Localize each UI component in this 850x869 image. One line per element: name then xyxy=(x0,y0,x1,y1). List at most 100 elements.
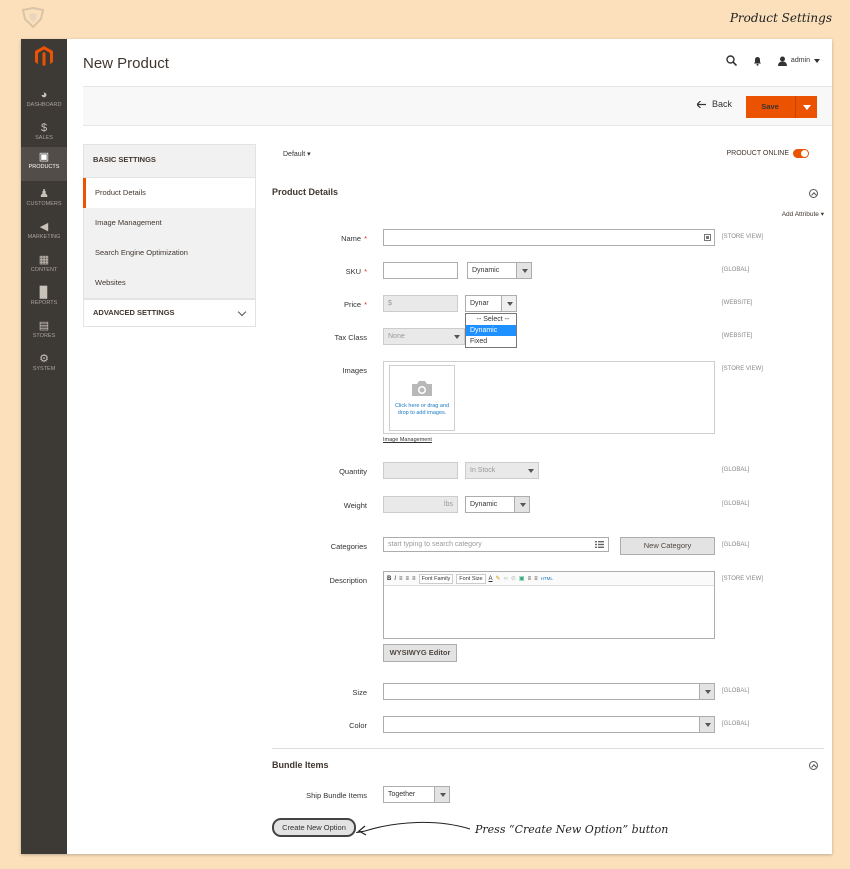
weight-field[interactable]: lbs xyxy=(383,496,458,513)
product-online-label: PRODUCT ONLINE xyxy=(726,150,790,157)
new-category-button[interactable]: New Category xyxy=(620,537,715,555)
name-field[interactable] xyxy=(383,229,715,246)
chevron-down-icon: ▾ xyxy=(820,211,824,218)
dropdown-option[interactable]: Fixed xyxy=(466,336,516,347)
ship-bundle-items-value: Together xyxy=(388,791,416,798)
sidebar-item-stores[interactable]: ▤ STORES xyxy=(21,316,67,348)
html-source-icon[interactable]: HTML xyxy=(541,576,553,581)
align-right-icon[interactable]: ≡ xyxy=(412,576,416,582)
sku-label-text: SKU xyxy=(345,267,362,276)
tab-group-basic-settings[interactable]: BASIC SETTINGS xyxy=(83,144,256,178)
product-form: Default ▾ PRODUCT ONLINE Product Details… xyxy=(272,139,824,854)
list-icon xyxy=(595,541,604,548)
sku-field[interactable] xyxy=(383,262,458,279)
header-tools: admin xyxy=(726,55,820,66)
italic-icon[interactable]: I xyxy=(394,576,396,582)
price-type-select[interactable]: Dynar xyxy=(465,295,517,312)
search-icon[interactable] xyxy=(726,55,737,66)
wysiwyg-editor-button[interactable]: WYSIWYG Editor xyxy=(383,644,457,662)
add-attribute-button[interactable]: Add Attribute ▾ xyxy=(782,210,824,218)
sidebar-item-customers[interactable]: ♟ CUSTOMERS xyxy=(21,184,67,216)
image-management-link[interactable]: Image Management xyxy=(383,437,432,443)
sidebar-item-label: MARKETING xyxy=(27,234,61,240)
collapse-icon[interactable] xyxy=(809,761,818,770)
numbered-list-icon[interactable]: ≡ xyxy=(534,576,538,582)
scope-tag: [GLOBAL] xyxy=(722,267,750,273)
chevron-down-icon xyxy=(514,497,529,512)
name-label: Name * xyxy=(272,234,367,243)
price-type-value: Dynar xyxy=(470,300,489,307)
arrow-left-icon xyxy=(696,100,706,108)
tab-product-details[interactable]: Product Details xyxy=(83,178,256,208)
scope-label: Default xyxy=(283,151,306,158)
toggle-switch[interactable] xyxy=(793,149,809,158)
collapse-icon[interactable] xyxy=(809,189,818,198)
text-color-icon[interactable]: A xyxy=(489,576,493,582)
screenshot-title: Product Settings xyxy=(729,11,832,25)
insert-image-icon[interactable]: ▣ xyxy=(519,575,525,582)
store-scope-switcher[interactable]: Default ▾ xyxy=(283,150,311,158)
sidebar-item-label: SYSTEM xyxy=(32,366,56,372)
bar-chart-icon: ▉ xyxy=(39,287,49,299)
dashboard-icon: ◕ xyxy=(40,89,48,101)
sidebar-item-system[interactable]: ⚙ SYSTEM xyxy=(21,349,67,381)
sidebar-item-products[interactable]: ▣ PRODUCTS xyxy=(21,147,67,181)
save-options-toggle[interactable] xyxy=(795,96,817,118)
highlight-icon[interactable]: ✎ xyxy=(496,575,501,582)
sidebar-item-sales[interactable]: $ SALES xyxy=(21,118,67,150)
color-select[interactable] xyxy=(383,716,715,733)
tax-class-select[interactable]: None xyxy=(383,328,465,345)
align-left-icon[interactable]: ≡ xyxy=(399,576,403,582)
link-icon[interactable]: ∞ xyxy=(504,576,508,582)
sidebar-item-dashboard[interactable]: ◕ DASHBOARD xyxy=(21,85,67,117)
chevron-down-icon xyxy=(699,717,714,732)
admin-sidebar: ◕ DASHBOARD $ SALES ▣ PRODUCTS ♟ CUSTOME… xyxy=(21,39,67,854)
chevron-down-icon: ▾ xyxy=(307,151,311,158)
description-editor[interactable]: B I ≡ ≡ ≡ Font Family Font Size A ✎ ∞ ⊘ … xyxy=(383,571,715,639)
scope-tag: [STORE VIEW] xyxy=(722,234,763,240)
sidebar-item-label: CUSTOMERS xyxy=(26,201,62,207)
user-name: admin xyxy=(790,57,810,64)
sidebar-item-marketing[interactable]: ◀ MARKETING xyxy=(21,217,67,249)
tab-search-engine-optimization[interactable]: Search Engine Optimization xyxy=(83,238,256,268)
dropdown-option[interactable]: Dynamic xyxy=(466,325,516,336)
megaphone-icon: ◀ xyxy=(39,221,49,233)
required-marker: * xyxy=(364,234,367,243)
editor-toolbar: B I ≡ ≡ ≡ Font Family Font Size A ✎ ∞ ⊘ … xyxy=(384,572,714,586)
stock-status-select[interactable]: In Stock xyxy=(465,462,539,479)
bold-icon[interactable]: B xyxy=(387,576,391,582)
font-size-select[interactable]: Font Size xyxy=(456,573,486,584)
tab-group-advanced-settings[interactable]: ADVANCED SETTINGS xyxy=(83,299,256,327)
align-center-icon[interactable]: ≡ xyxy=(406,576,410,582)
price-type-dropdown: -- Select -- Dynamic Fixed xyxy=(465,313,517,348)
user-menu[interactable]: admin xyxy=(777,56,820,66)
sidebar-item-content[interactable]: ▦ CONTENT xyxy=(21,250,67,282)
price-field[interactable]: $ xyxy=(383,295,458,312)
product-online-toggle[interactable]: PRODUCT ONLINE xyxy=(726,149,809,158)
unlink-icon[interactable]: ⊘ xyxy=(511,575,516,582)
back-button[interactable]: Back xyxy=(696,99,732,109)
tab-websites[interactable]: Websites xyxy=(83,268,256,299)
annotation-text: Press “Create New Option” button xyxy=(475,823,669,836)
sidebar-item-label: REPORTS xyxy=(30,300,58,306)
sidebar-item-label: STORES xyxy=(32,333,56,339)
bullet-list-icon[interactable]: ≡ xyxy=(528,576,532,582)
price-label-text: Price xyxy=(343,300,362,309)
image-upload-tile[interactable]: Click here or drag and drop to add image… xyxy=(389,365,455,431)
ship-bundle-items-select[interactable]: Together xyxy=(383,786,450,803)
categories-search-input[interactable]: start typing to search category xyxy=(383,537,609,552)
bell-icon[interactable] xyxy=(753,56,762,66)
weight-type-select[interactable]: Dynamic xyxy=(465,496,530,513)
sku-type-select[interactable]: Dynamic xyxy=(467,262,532,279)
sidebar-item-reports[interactable]: ▉ REPORTS xyxy=(21,283,67,315)
dropdown-option[interactable]: -- Select -- xyxy=(466,314,516,325)
back-button-label: Back xyxy=(711,99,732,109)
size-select[interactable] xyxy=(383,683,715,700)
magento-logo-icon[interactable] xyxy=(33,45,55,67)
quantity-field[interactable] xyxy=(383,462,458,479)
save-button[interactable]: Save xyxy=(746,96,817,118)
tab-image-management[interactable]: Image Management xyxy=(83,208,256,238)
chevron-down-icon xyxy=(449,329,464,344)
font-family-select[interactable]: Font Family xyxy=(418,573,454,584)
image-uploader: Click here or drag and drop to add image… xyxy=(383,361,715,434)
